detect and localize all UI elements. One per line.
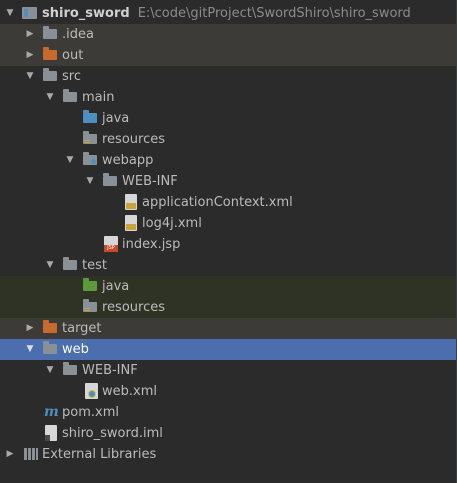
xml-file-icon xyxy=(125,194,137,210)
project-folder-icon xyxy=(22,7,37,19)
chevron-right-icon[interactable]: ▶ xyxy=(24,45,36,66)
tree-item-label: src xyxy=(62,69,81,84)
tree-item-label: pom.xml xyxy=(62,405,119,420)
folder-icon xyxy=(63,89,77,102)
tree-item-main-java[interactable]: java xyxy=(0,108,456,129)
chevron-down-icon[interactable]: ▼ xyxy=(24,339,36,360)
tree-item-label: web.xml xyxy=(102,384,157,399)
tree-item-webapp[interactable]: ▼ webapp xyxy=(0,150,456,171)
tree-item-pom-xml[interactable]: m pom.xml xyxy=(0,402,456,423)
chevron-right-icon[interactable]: ▶ xyxy=(4,444,16,465)
chevron-down-icon[interactable]: ▼ xyxy=(44,87,56,108)
tree-item-src[interactable]: ▼ src xyxy=(0,66,456,87)
chevron-right-icon[interactable]: ▶ xyxy=(24,318,36,339)
tree-item-test-resources[interactable]: resources xyxy=(0,297,456,318)
tree-item-log4j-xml[interactable]: log4j.xml xyxy=(0,213,456,234)
chevron-down-icon[interactable]: ▼ xyxy=(64,150,76,171)
tree-item-label: web xyxy=(62,342,89,357)
tree-item-shiro-sword[interactable]: ▼ shiro_sword E:\code\gitProject\SwordShi… xyxy=(0,3,456,24)
tree-item-main-resources[interactable]: resources xyxy=(0,129,456,150)
web-xml-file-icon xyxy=(85,383,98,399)
resources-folder-icon xyxy=(83,131,97,144)
chevron-down-icon[interactable]: ▼ xyxy=(24,66,36,87)
tree-item-label: External Libraries xyxy=(42,447,157,462)
tree-item-target[interactable]: ▶ target xyxy=(0,318,456,339)
folder-icon xyxy=(63,362,77,375)
tree-item-label: java xyxy=(102,111,130,126)
tree-item-label: WEB-INF xyxy=(122,174,178,189)
project-path: E:\code\gitProject\SwordShiro\shiro_swor… xyxy=(137,6,411,21)
tree-item-webapp-webinf[interactable]: ▼ WEB-INF xyxy=(0,171,456,192)
chevron-down-icon[interactable]: ▼ xyxy=(44,255,56,276)
tree-item-label: resources xyxy=(102,300,166,315)
folder-icon xyxy=(63,257,77,270)
tree-item-label: test xyxy=(82,258,107,273)
chevron-right-icon[interactable]: ▶ xyxy=(24,24,36,45)
tree-item-idea[interactable]: ▶ .idea xyxy=(0,24,456,45)
folder-icon xyxy=(43,341,57,354)
tree-item-web-webinf[interactable]: ▼ WEB-INF xyxy=(0,360,456,381)
chevron-down-icon[interactable]: ▼ xyxy=(84,171,96,192)
tree-item-label: out xyxy=(62,48,84,63)
tree-item-label: log4j.xml xyxy=(142,216,202,231)
chevron-down-icon[interactable]: ▼ xyxy=(4,3,16,24)
excluded-folder-icon xyxy=(43,47,57,60)
xml-file-icon xyxy=(125,215,137,231)
folder-icon xyxy=(43,68,57,81)
tree-item-application-context-xml[interactable]: applicationContext.xml xyxy=(0,192,456,213)
test-source-folder-icon xyxy=(83,278,97,291)
folder-icon xyxy=(103,173,117,186)
tree-item-label: shiro_sword.iml xyxy=(62,426,163,441)
tree-item-label: .idea xyxy=(62,27,94,42)
tree-item-label: webapp xyxy=(102,153,154,168)
jsp-file-icon xyxy=(104,236,118,252)
libraries-icon xyxy=(24,448,38,460)
source-folder-icon xyxy=(83,110,97,123)
tree-item-main[interactable]: ▼ main xyxy=(0,87,456,108)
tree-item-web[interactable]: ▼ web xyxy=(0,339,456,360)
tree-item-label: applicationContext.xml xyxy=(142,195,293,210)
tree-item-label: main xyxy=(82,90,115,105)
tree-item-label: resources xyxy=(102,132,166,147)
chevron-down-icon[interactable]: ▼ xyxy=(44,360,56,381)
tree-item-external-libraries[interactable]: ▶ External Libraries xyxy=(0,444,456,465)
tree-item-out[interactable]: ▶ out xyxy=(0,45,456,66)
excluded-folder-icon xyxy=(43,320,57,333)
folder-icon xyxy=(43,26,57,39)
tree-item-test[interactable]: ▼ test xyxy=(0,255,456,276)
web-folder-icon xyxy=(83,152,97,165)
tree-item-web-xml[interactable]: web.xml xyxy=(0,381,456,402)
project-name: shiro_sword E:\code\gitProject\SwordShiro… xyxy=(42,6,411,21)
tree-item-label: index.jsp xyxy=(122,237,181,252)
tree-item-iml[interactable]: shiro_sword.iml xyxy=(0,423,456,444)
tree-item-label: java xyxy=(102,279,130,294)
test-resources-folder-icon xyxy=(83,299,97,312)
tree-item-label: target xyxy=(62,321,102,336)
module-file-icon xyxy=(45,425,57,441)
tree-item-test-java[interactable]: java xyxy=(0,276,456,297)
tree-item-index-jsp[interactable]: index.jsp xyxy=(0,234,456,255)
project-tree: ▼ shiro_sword E:\code\gitProject\SwordShi… xyxy=(0,0,457,483)
tree-item-label: WEB-INF xyxy=(82,363,138,378)
maven-icon: m xyxy=(44,404,59,420)
